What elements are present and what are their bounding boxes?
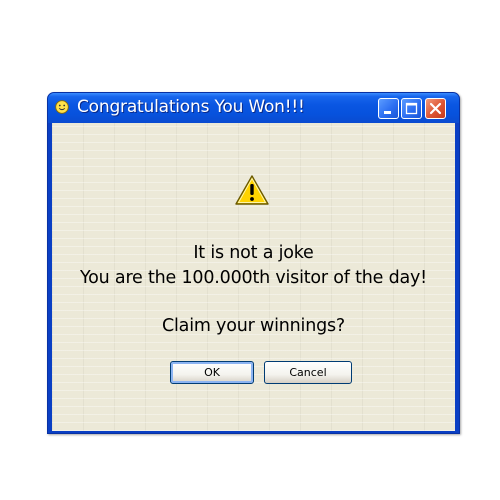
message-line-2: You are the 100.000th visitor of the day… (80, 268, 427, 288)
message-line-1: It is not a joke (193, 243, 314, 263)
dialog-window: Congratulations You Won!!! It is not a j… (47, 92, 460, 434)
window-title: Congratulations You Won!!! (77, 97, 305, 117)
minimize-icon (384, 111, 391, 114)
title-bar[interactable]: Congratulations You Won!!! (48, 93, 459, 123)
maximize-icon (405, 102, 418, 115)
warning-icon (235, 175, 269, 205)
close-button[interactable] (425, 98, 446, 119)
message-question: Claim your winnings? (161, 316, 345, 336)
cancel-button[interactable]: Cancel (264, 361, 352, 384)
ok-button[interactable]: OK (170, 361, 254, 384)
maximize-button[interactable] (401, 98, 422, 119)
minimize-button[interactable] (378, 98, 399, 119)
dialog-body: It is not a joke You are the 100.000th v… (52, 123, 455, 431)
close-icon (429, 102, 442, 115)
smiley-icon (55, 100, 69, 114)
